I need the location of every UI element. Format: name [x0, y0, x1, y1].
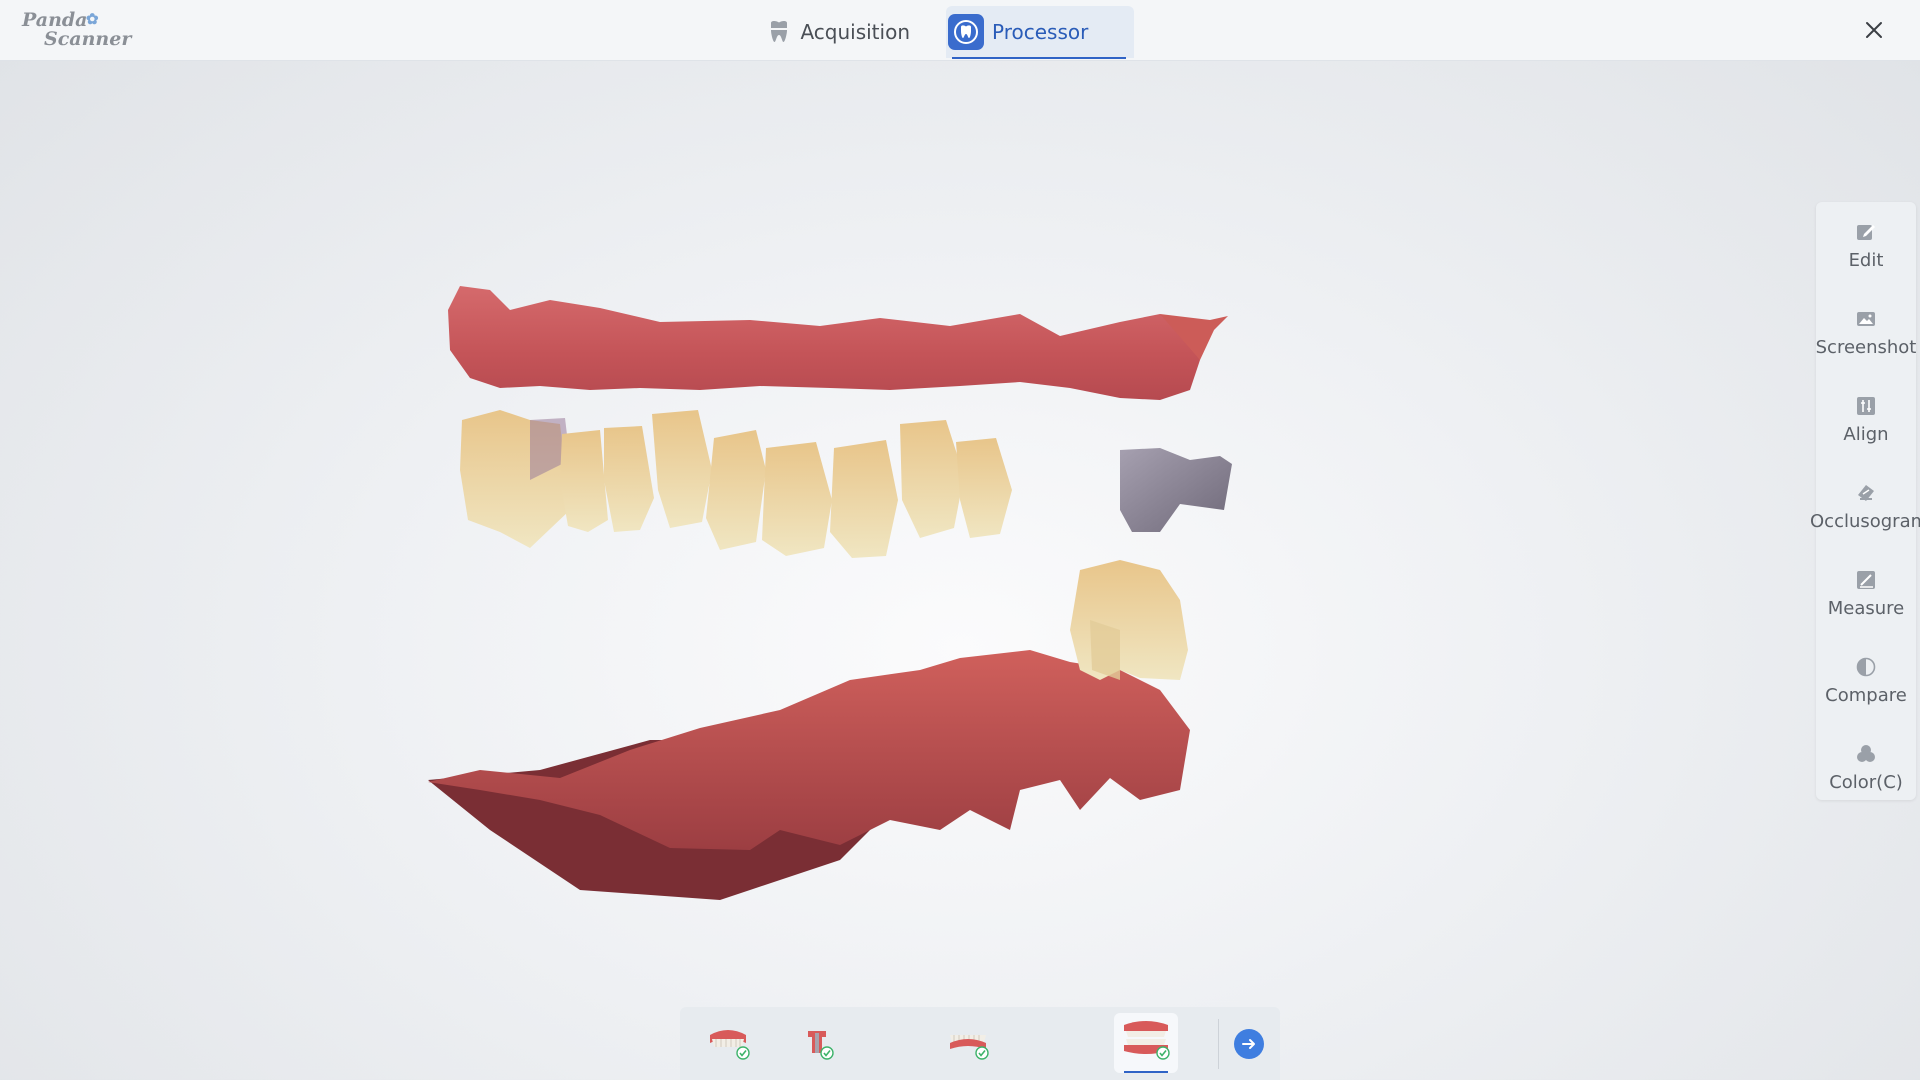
edit-icon [1857, 225, 1875, 240]
active-step-indicator [1124, 1071, 1168, 1073]
step-upper-jaw[interactable] [696, 1013, 760, 1073]
upper-jaw-check-icon [710, 1030, 750, 1060]
lower-molars [1070, 560, 1188, 680]
tool-edit-label: Edit [1848, 250, 1884, 271]
abutment-check-icon [808, 1031, 834, 1060]
palette-icon [1857, 745, 1875, 762]
upper-tooth [706, 430, 766, 550]
tab-acquisition[interactable]: Acquisition [760, 6, 910, 58]
tab-processor-label: Processor [992, 20, 1089, 44]
tool-compare-label: Compare [1825, 685, 1907, 706]
align-icon [1857, 397, 1875, 415]
tool-align-label: Align [1843, 424, 1889, 445]
dock-divider [1218, 1019, 1219, 1069]
tool-occlusogram-label: Occlusogram [1810, 511, 1920, 532]
tool-compare[interactable]: Compare [1816, 645, 1916, 725]
upper-tooth [652, 410, 712, 528]
upper-tooth [762, 442, 832, 556]
occlusogram-icon [1858, 485, 1874, 501]
image-icon [1857, 312, 1875, 326]
arrow-right-icon [1242, 1039, 1255, 1049]
tooth-icon [768, 17, 790, 47]
logo-text-scanner: Scanner [44, 28, 132, 50]
upper-tooth [604, 426, 654, 532]
lower-jaw-check-icon [950, 1035, 989, 1060]
upper-tooth [830, 440, 898, 558]
3d-dental-model-viewport[interactable] [420, 270, 1430, 910]
tool-measure-label: Measure [1827, 598, 1905, 619]
step-lower-jaw[interactable] [936, 1013, 1000, 1073]
bite-check-icon [1124, 1021, 1170, 1060]
tool-screenshot-label: Screenshot [1815, 337, 1917, 358]
active-tab-indicator [952, 57, 1126, 59]
tool-occlusogram[interactable]: Occlusogram [1810, 471, 1920, 551]
tool-color[interactable]: Color(C) [1816, 732, 1916, 812]
app-logo: Panda ✿ Scanner [22, 8, 132, 52]
tool-color-label: Color(C) [1829, 772, 1903, 793]
half-circle-icon [1856, 657, 1876, 677]
upper-tooth [560, 430, 608, 532]
upper-tooth [900, 420, 964, 538]
tool-measure[interactable]: Measure [1816, 558, 1916, 638]
upper-tooth [956, 438, 1012, 538]
step-bite[interactable] [1114, 1013, 1178, 1073]
step-abutment[interactable] [796, 1013, 860, 1073]
tab-acquisition-label: Acquisition [800, 20, 910, 44]
tool-panel: Edit Screenshot Align Occlusogram Measur… [1810, 202, 1920, 800]
scan-body-abutment [1120, 448, 1232, 532]
upper-gum [448, 286, 1200, 400]
close-button[interactable] [1858, 14, 1890, 46]
tab-processor[interactable]: Processor [946, 6, 1134, 59]
next-step-button[interactable] [1234, 1029, 1264, 1059]
processor-tooth-icon [948, 14, 984, 50]
paw-icon: ✿ [86, 10, 99, 28]
tool-align[interactable]: Align [1816, 384, 1916, 464]
tool-edit[interactable]: Edit [1816, 210, 1916, 290]
tool-screenshot[interactable]: Screenshot [1816, 297, 1916, 377]
measure-icon [1857, 571, 1875, 589]
top-bar: Panda ✿ Scanner Acquisition Processor [0, 0, 1920, 61]
close-icon [1866, 22, 1882, 38]
scan-step-dock [680, 1007, 1280, 1080]
